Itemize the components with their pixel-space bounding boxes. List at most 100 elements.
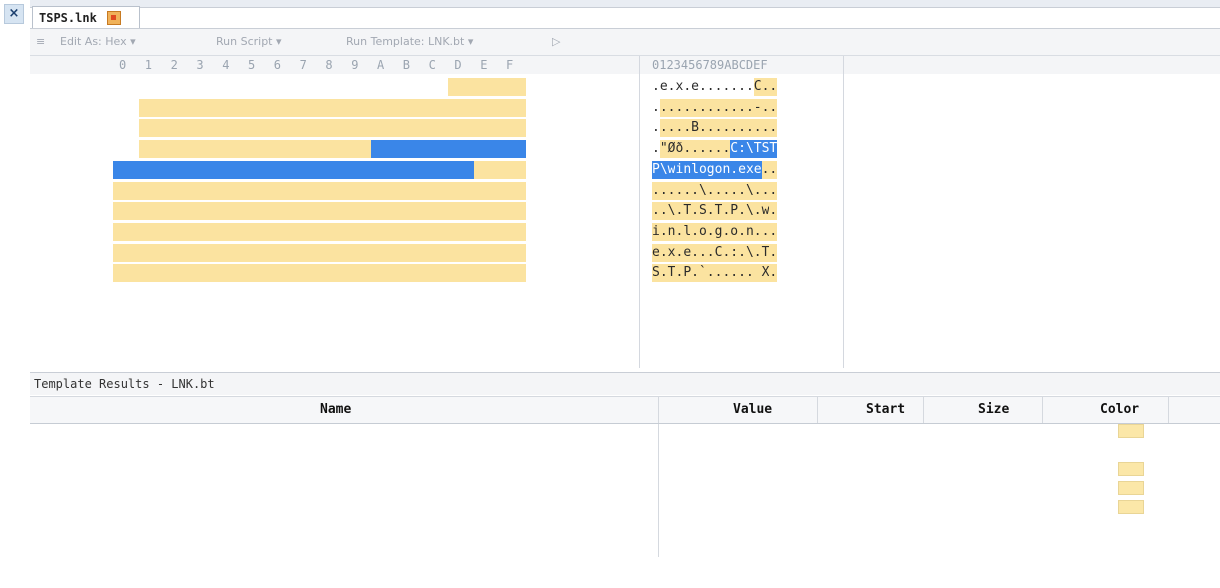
- run-script-dropdown[interactable]: Run Script ▾: [216, 29, 282, 55]
- ascii-char[interactable]: .: [722, 140, 731, 159]
- hex-byte[interactable]: [448, 160, 475, 179]
- hex-byte[interactable]: [345, 326, 371, 344]
- ascii-char[interactable]: .: [683, 181, 692, 200]
- hex-byte[interactable]: [242, 306, 268, 324]
- hex-byte[interactable]: [267, 181, 294, 200]
- ascii-char[interactable]: .: [699, 78, 707, 96]
- ascii-char[interactable]: .: [706, 181, 715, 200]
- ascii-char[interactable]: .: [714, 264, 723, 283]
- hex-byte[interactable]: [500, 98, 526, 117]
- hex-byte[interactable]: [190, 78, 216, 96]
- hex-byte[interactable]: [268, 285, 294, 303]
- hex-byte[interactable]: [319, 306, 345, 324]
- hex-byte[interactable]: [293, 243, 320, 262]
- hex-byte[interactable]: [139, 285, 165, 303]
- ascii-char[interactable]: .: [730, 160, 739, 179]
- ascii-char[interactable]: \: [745, 140, 754, 159]
- hex-byte[interactable]: [448, 243, 475, 262]
- ascii-char[interactable]: x: [675, 78, 683, 96]
- hex-byte[interactable]: [294, 78, 320, 96]
- ascii-char[interactable]: .: [675, 243, 684, 262]
- template-row[interactable]: [30, 500, 1220, 519]
- template-row[interactable]: [30, 424, 1220, 443]
- ascii-char[interactable]: .: [675, 119, 684, 138]
- hex-byte[interactable]: [422, 222, 449, 241]
- hex-byte[interactable]: [448, 119, 475, 138]
- ascii-char[interactable]: \: [659, 160, 668, 179]
- hex-byte[interactable]: [319, 326, 345, 344]
- ascii-char[interactable]: .: [753, 202, 762, 221]
- ascii-char[interactable]: .: [652, 99, 660, 117]
- hex-byte[interactable]: [423, 78, 449, 96]
- ascii-char[interactable]: C: [730, 140, 739, 159]
- ascii-char[interactable]: -: [753, 98, 762, 117]
- hex-byte[interactable]: [345, 285, 371, 303]
- hex-byte[interactable]: [371, 181, 397, 200]
- hex-byte[interactable]: [216, 264, 243, 283]
- hex-byte[interactable]: [138, 243, 165, 262]
- ascii-char[interactable]: .: [730, 78, 738, 96]
- ascii-char[interactable]: .: [683, 119, 692, 138]
- ascii-char[interactable]: .: [769, 160, 778, 179]
- hex-byte[interactable]: [164, 140, 191, 159]
- hex-byte[interactable]: [371, 306, 397, 324]
- ascii-char[interactable]: .: [753, 181, 762, 200]
- ascii-char[interactable]: .: [659, 202, 668, 221]
- hex-byte[interactable]: [345, 140, 372, 159]
- hex-byte[interactable]: [371, 222, 397, 241]
- hex-byte[interactable]: [397, 78, 423, 96]
- hex-byte[interactable]: [474, 119, 501, 138]
- ascii-char[interactable]: P: [730, 202, 739, 221]
- ascii-char[interactable]: [753, 264, 762, 283]
- hex-byte[interactable]: [422, 264, 449, 283]
- ascii-char[interactable]: o: [714, 160, 723, 179]
- tab-tsps-lnk[interactable]: TSPS.lnk: [32, 6, 140, 28]
- hex-byte[interactable]: [371, 285, 397, 303]
- ascii-char[interactable]: .: [698, 98, 707, 117]
- ascii-char[interactable]: .: [652, 202, 660, 221]
- ascii-char[interactable]: .: [730, 98, 739, 117]
- hex-byte[interactable]: [216, 306, 242, 324]
- ascii-char[interactable]: .: [659, 243, 668, 262]
- ascii-char[interactable]: P: [683, 264, 692, 283]
- hex-byte[interactable]: [345, 119, 372, 138]
- ascii-char[interactable]: .: [738, 222, 746, 241]
- ascii-char[interactable]: e: [660, 78, 668, 96]
- hex-byte[interactable]: [500, 160, 526, 179]
- ascii-char[interactable]: .: [691, 264, 699, 283]
- hex-byte[interactable]: [345, 160, 372, 179]
- ascii-char[interactable]: Ø: [667, 140, 676, 159]
- ascii-char[interactable]: .: [675, 264, 684, 283]
- hex-byte[interactable]: [319, 119, 346, 138]
- ascii-char[interactable]: C: [714, 243, 723, 262]
- hex-byte[interactable]: [294, 306, 320, 324]
- template-row[interactable]: [30, 538, 1220, 557]
- ascii-char[interactable]: .: [691, 181, 699, 200]
- ascii-char[interactable]: .: [730, 119, 739, 138]
- hex-byte[interactable]: [138, 222, 165, 241]
- ascii-char[interactable]: T: [683, 202, 692, 221]
- hex-byte[interactable]: [448, 306, 474, 324]
- hex-byte[interactable]: [242, 181, 268, 200]
- ascii-char[interactable]: .: [738, 78, 746, 96]
- hex-byte[interactable]: [293, 202, 320, 221]
- hex-byte[interactable]: [293, 264, 320, 283]
- ascii-char[interactable]: .: [714, 119, 723, 138]
- hex-byte[interactable]: [190, 326, 216, 344]
- ascii-char[interactable]: e: [691, 78, 699, 96]
- hex-byte[interactable]: [113, 202, 139, 221]
- ascii-char[interactable]: .: [652, 119, 660, 137]
- ascii-char[interactable]: .: [769, 78, 778, 96]
- hex-byte[interactable]: [371, 326, 397, 344]
- hex-byte[interactable]: [164, 119, 191, 138]
- ascii-text[interactable]: .............-..: [652, 98, 778, 117]
- hex-byte[interactable]: [345, 243, 372, 262]
- hex-byte[interactable]: [164, 98, 191, 117]
- hex-byte[interactable]: [396, 98, 423, 117]
- hex-byte[interactable]: [448, 98, 475, 117]
- hex-byte[interactable]: [190, 160, 217, 179]
- hex-byte[interactable]: [242, 140, 268, 159]
- ascii-char[interactable]: .: [667, 119, 676, 138]
- hex-byte[interactable]: [371, 119, 397, 138]
- hex-byte[interactable]: [267, 119, 294, 138]
